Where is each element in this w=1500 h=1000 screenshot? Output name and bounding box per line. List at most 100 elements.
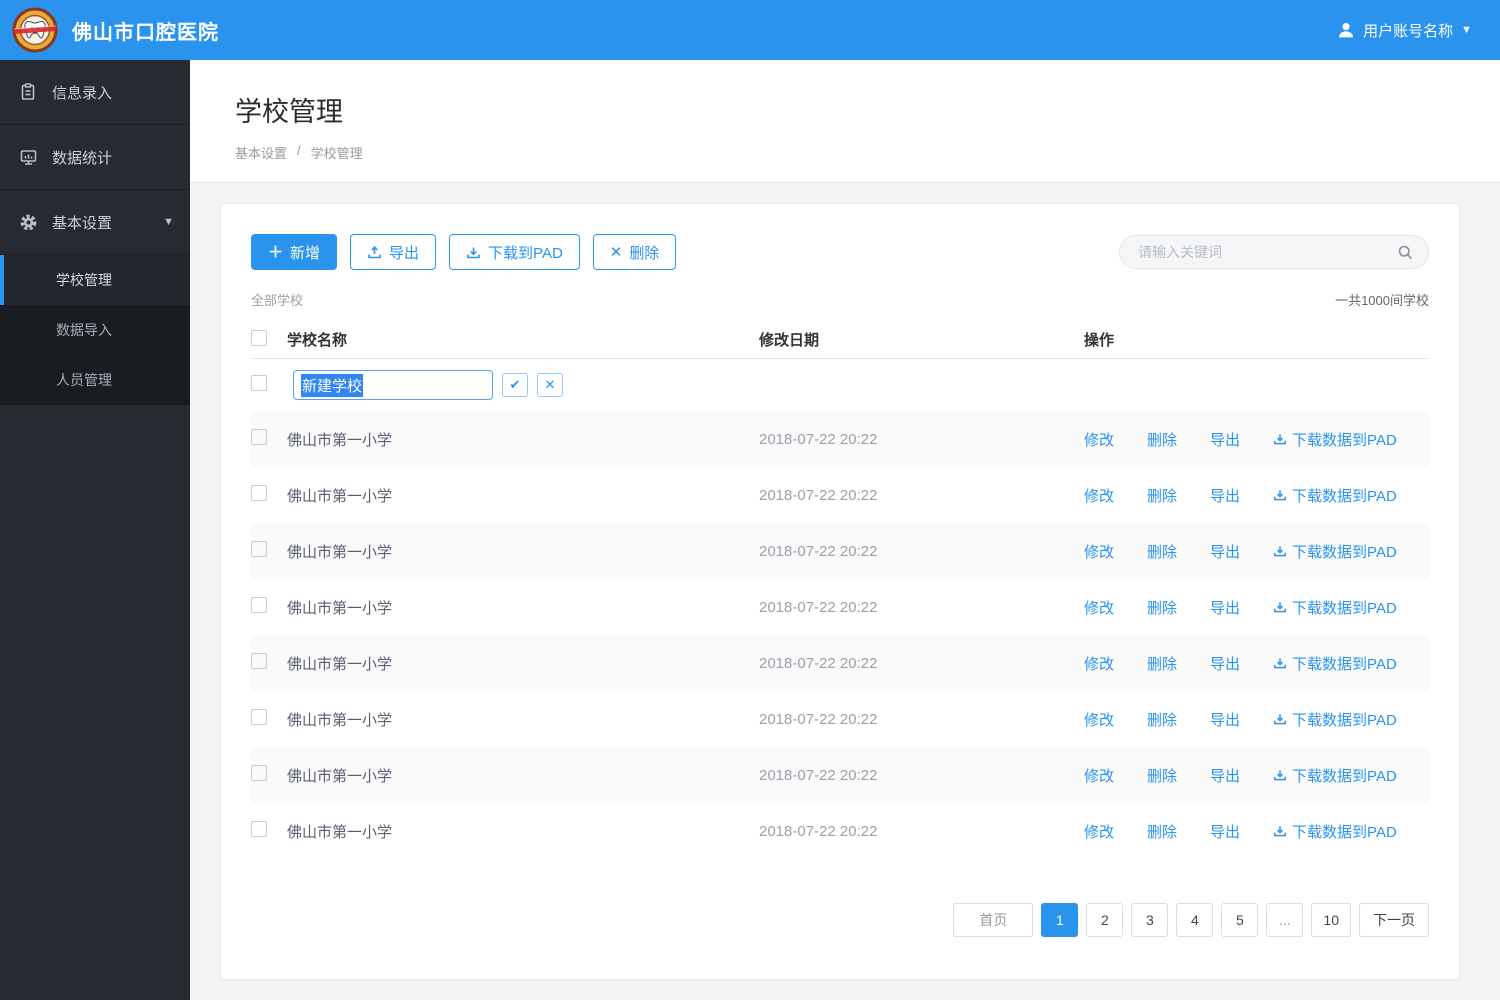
- row-checkbox[interactable]: [251, 821, 267, 837]
- sidebar-subitem-school-management[interactable]: 学校管理: [0, 255, 190, 305]
- row-checkbox[interactable]: [251, 429, 267, 445]
- add-button-label: 新增: [290, 244, 321, 262]
- sidebar-item-basic-settings[interactable]: 基本设置 ▼: [0, 190, 190, 255]
- modified-date-cell: 2018-07-22 20:22: [759, 822, 878, 840]
- filter-label: 全部学校: [251, 293, 304, 308]
- edit-link[interactable]: 修改: [1084, 821, 1114, 842]
- download-to-pad-link[interactable]: 下载数据到PAD: [1273, 429, 1397, 450]
- export-link[interactable]: 导出: [1210, 597, 1240, 618]
- download-to-pad-link[interactable]: 下载数据到PAD: [1273, 765, 1397, 786]
- search-input[interactable]: [1138, 244, 1397, 260]
- row-checkbox[interactable]: [251, 709, 267, 725]
- row-checkbox[interactable]: [251, 541, 267, 557]
- cancel-button[interactable]: ✕: [537, 373, 563, 397]
- edit-link[interactable]: 修改: [1084, 709, 1114, 730]
- modified-date-cell: 2018-07-22 20:22: [759, 430, 878, 448]
- hospital-logo-icon: [12, 7, 58, 53]
- sidebar-item-label: 基本设置: [52, 214, 113, 232]
- sidebar-subitem-data-import[interactable]: 数据导入: [0, 305, 190, 355]
- table-row: 佛山市第一小学 2018-07-22 20:22 修改 删除 导出 下载数据到P…: [251, 523, 1429, 579]
- row-actions: 修改 删除 导出 下载数据到PAD: [1084, 709, 1429, 730]
- pagination-page-2[interactable]: 2: [1086, 903, 1124, 937]
- new-school-input[interactable]: 新建学校: [293, 370, 493, 400]
- row-checkbox[interactable]: [251, 653, 267, 669]
- delete-link[interactable]: 删除: [1147, 653, 1177, 674]
- pagination-next[interactable]: 下一页: [1359, 903, 1429, 937]
- edit-link[interactable]: 修改: [1084, 429, 1114, 450]
- sidebar-item-label: 信息录入: [52, 84, 113, 102]
- modified-date-cell: 2018-07-22 20:22: [759, 486, 878, 504]
- download-to-pad-button[interactable]: 下载到PAD: [449, 234, 580, 270]
- delete-link[interactable]: 删除: [1147, 485, 1177, 506]
- download-icon: [1273, 768, 1287, 782]
- search-icon[interactable]: [1397, 244, 1414, 261]
- download-link-label: 下载数据到PAD: [1292, 599, 1397, 617]
- breadcrumb-basic-settings[interactable]: 基本设置: [235, 143, 287, 162]
- export-link[interactable]: 导出: [1210, 429, 1240, 450]
- export-link[interactable]: 导出: [1210, 541, 1240, 562]
- basic-settings-submenu: 学校管理 数据导入 人员管理: [0, 255, 190, 405]
- export-link[interactable]: 导出: [1210, 485, 1240, 506]
- sidebar-item-data-statistics[interactable]: 数据统计: [0, 125, 190, 190]
- row-checkbox[interactable]: [251, 485, 267, 501]
- sidebar-subitem-personnel-management[interactable]: 人员管理: [0, 355, 190, 405]
- download-link-label: 下载数据到PAD: [1292, 655, 1397, 673]
- school-name-cell: 佛山市第一小学: [287, 711, 393, 729]
- total-count-label: 一共1000间学校: [1335, 293, 1429, 308]
- delete-link[interactable]: 删除: [1147, 541, 1177, 562]
- row-checkbox[interactable]: [251, 597, 267, 613]
- row-actions: 修改 删除 导出 下载数据到PAD: [1084, 765, 1429, 786]
- edit-link[interactable]: 修改: [1084, 485, 1114, 506]
- download-to-pad-link[interactable]: 下载数据到PAD: [1273, 821, 1397, 842]
- page-title: 学校管理: [235, 97, 343, 127]
- export-link[interactable]: 导出: [1210, 821, 1240, 842]
- pagination-first[interactable]: 首页: [953, 903, 1034, 937]
- export-link[interactable]: 导出: [1210, 765, 1240, 786]
- user-account-label: 用户账号名称: [1363, 22, 1454, 40]
- school-name-cell: 佛山市第一小学: [287, 431, 393, 449]
- confirm-button[interactable]: ✔: [502, 373, 528, 397]
- edit-link[interactable]: 修改: [1084, 597, 1114, 618]
- row-checkbox[interactable]: [251, 374, 267, 391]
- breadcrumb: 基本设置 / 学校管理: [235, 143, 1500, 182]
- pagination-ellipsis[interactable]: ...: [1266, 903, 1304, 937]
- school-name-cell: 佛山市第一小学: [287, 599, 393, 617]
- delete-link[interactable]: 删除: [1147, 429, 1177, 450]
- edit-link[interactable]: 修改: [1084, 765, 1114, 786]
- column-header-date: 修改日期: [759, 332, 820, 349]
- download-icon: [466, 245, 481, 260]
- row-checkbox[interactable]: [251, 765, 267, 781]
- export-button[interactable]: 导出: [350, 234, 437, 270]
- edit-link[interactable]: 修改: [1084, 653, 1114, 674]
- download-to-pad-link[interactable]: 下载数据到PAD: [1273, 541, 1397, 562]
- subitem-label: 数据导入: [56, 322, 112, 338]
- column-header-name: 学校名称: [287, 332, 348, 349]
- delete-link[interactable]: 删除: [1147, 765, 1177, 786]
- user-account-menu[interactable]: 用户账号名称 ▼: [1337, 20, 1472, 41]
- breadcrumb-school-management: 学校管理: [310, 146, 363, 161]
- export-link[interactable]: 导出: [1210, 709, 1240, 730]
- download-link-label: 下载数据到PAD: [1292, 823, 1397, 841]
- export-link[interactable]: 导出: [1210, 653, 1240, 674]
- add-button[interactable]: ＋ 新增: [251, 234, 338, 270]
- delete-link[interactable]: 删除: [1147, 709, 1177, 730]
- modified-date-cell: 2018-07-22 20:22: [759, 542, 878, 560]
- pagination-page-5[interactable]: 5: [1221, 903, 1259, 937]
- download-to-pad-link[interactable]: 下载数据到PAD: [1273, 709, 1397, 730]
- pagination-page-1[interactable]: 1: [1041, 903, 1079, 937]
- pagination-page-10[interactable]: 10: [1311, 903, 1351, 937]
- edit-link[interactable]: 修改: [1084, 541, 1114, 562]
- delete-link[interactable]: 删除: [1147, 597, 1177, 618]
- check-icon: ✔: [509, 377, 521, 392]
- school-table: 学校名称 修改日期 操作 新建学校 ✔ ✕ 佛山市第一小学 2018-07-22…: [251, 321, 1429, 859]
- select-all-checkbox[interactable]: [251, 329, 267, 346]
- download-to-pad-link[interactable]: 下载数据到PAD: [1273, 485, 1397, 506]
- pagination-page-4[interactable]: 4: [1176, 903, 1214, 937]
- download-to-pad-link[interactable]: 下载数据到PAD: [1273, 597, 1397, 618]
- delete-button[interactable]: ✕ 删除: [592, 234, 677, 270]
- delete-link[interactable]: 删除: [1147, 821, 1177, 842]
- sidebar-item-info-entry[interactable]: 信息录入: [0, 60, 190, 125]
- pagination-page-3[interactable]: 3: [1131, 903, 1169, 937]
- download-to-pad-link[interactable]: 下载数据到PAD: [1273, 653, 1397, 674]
